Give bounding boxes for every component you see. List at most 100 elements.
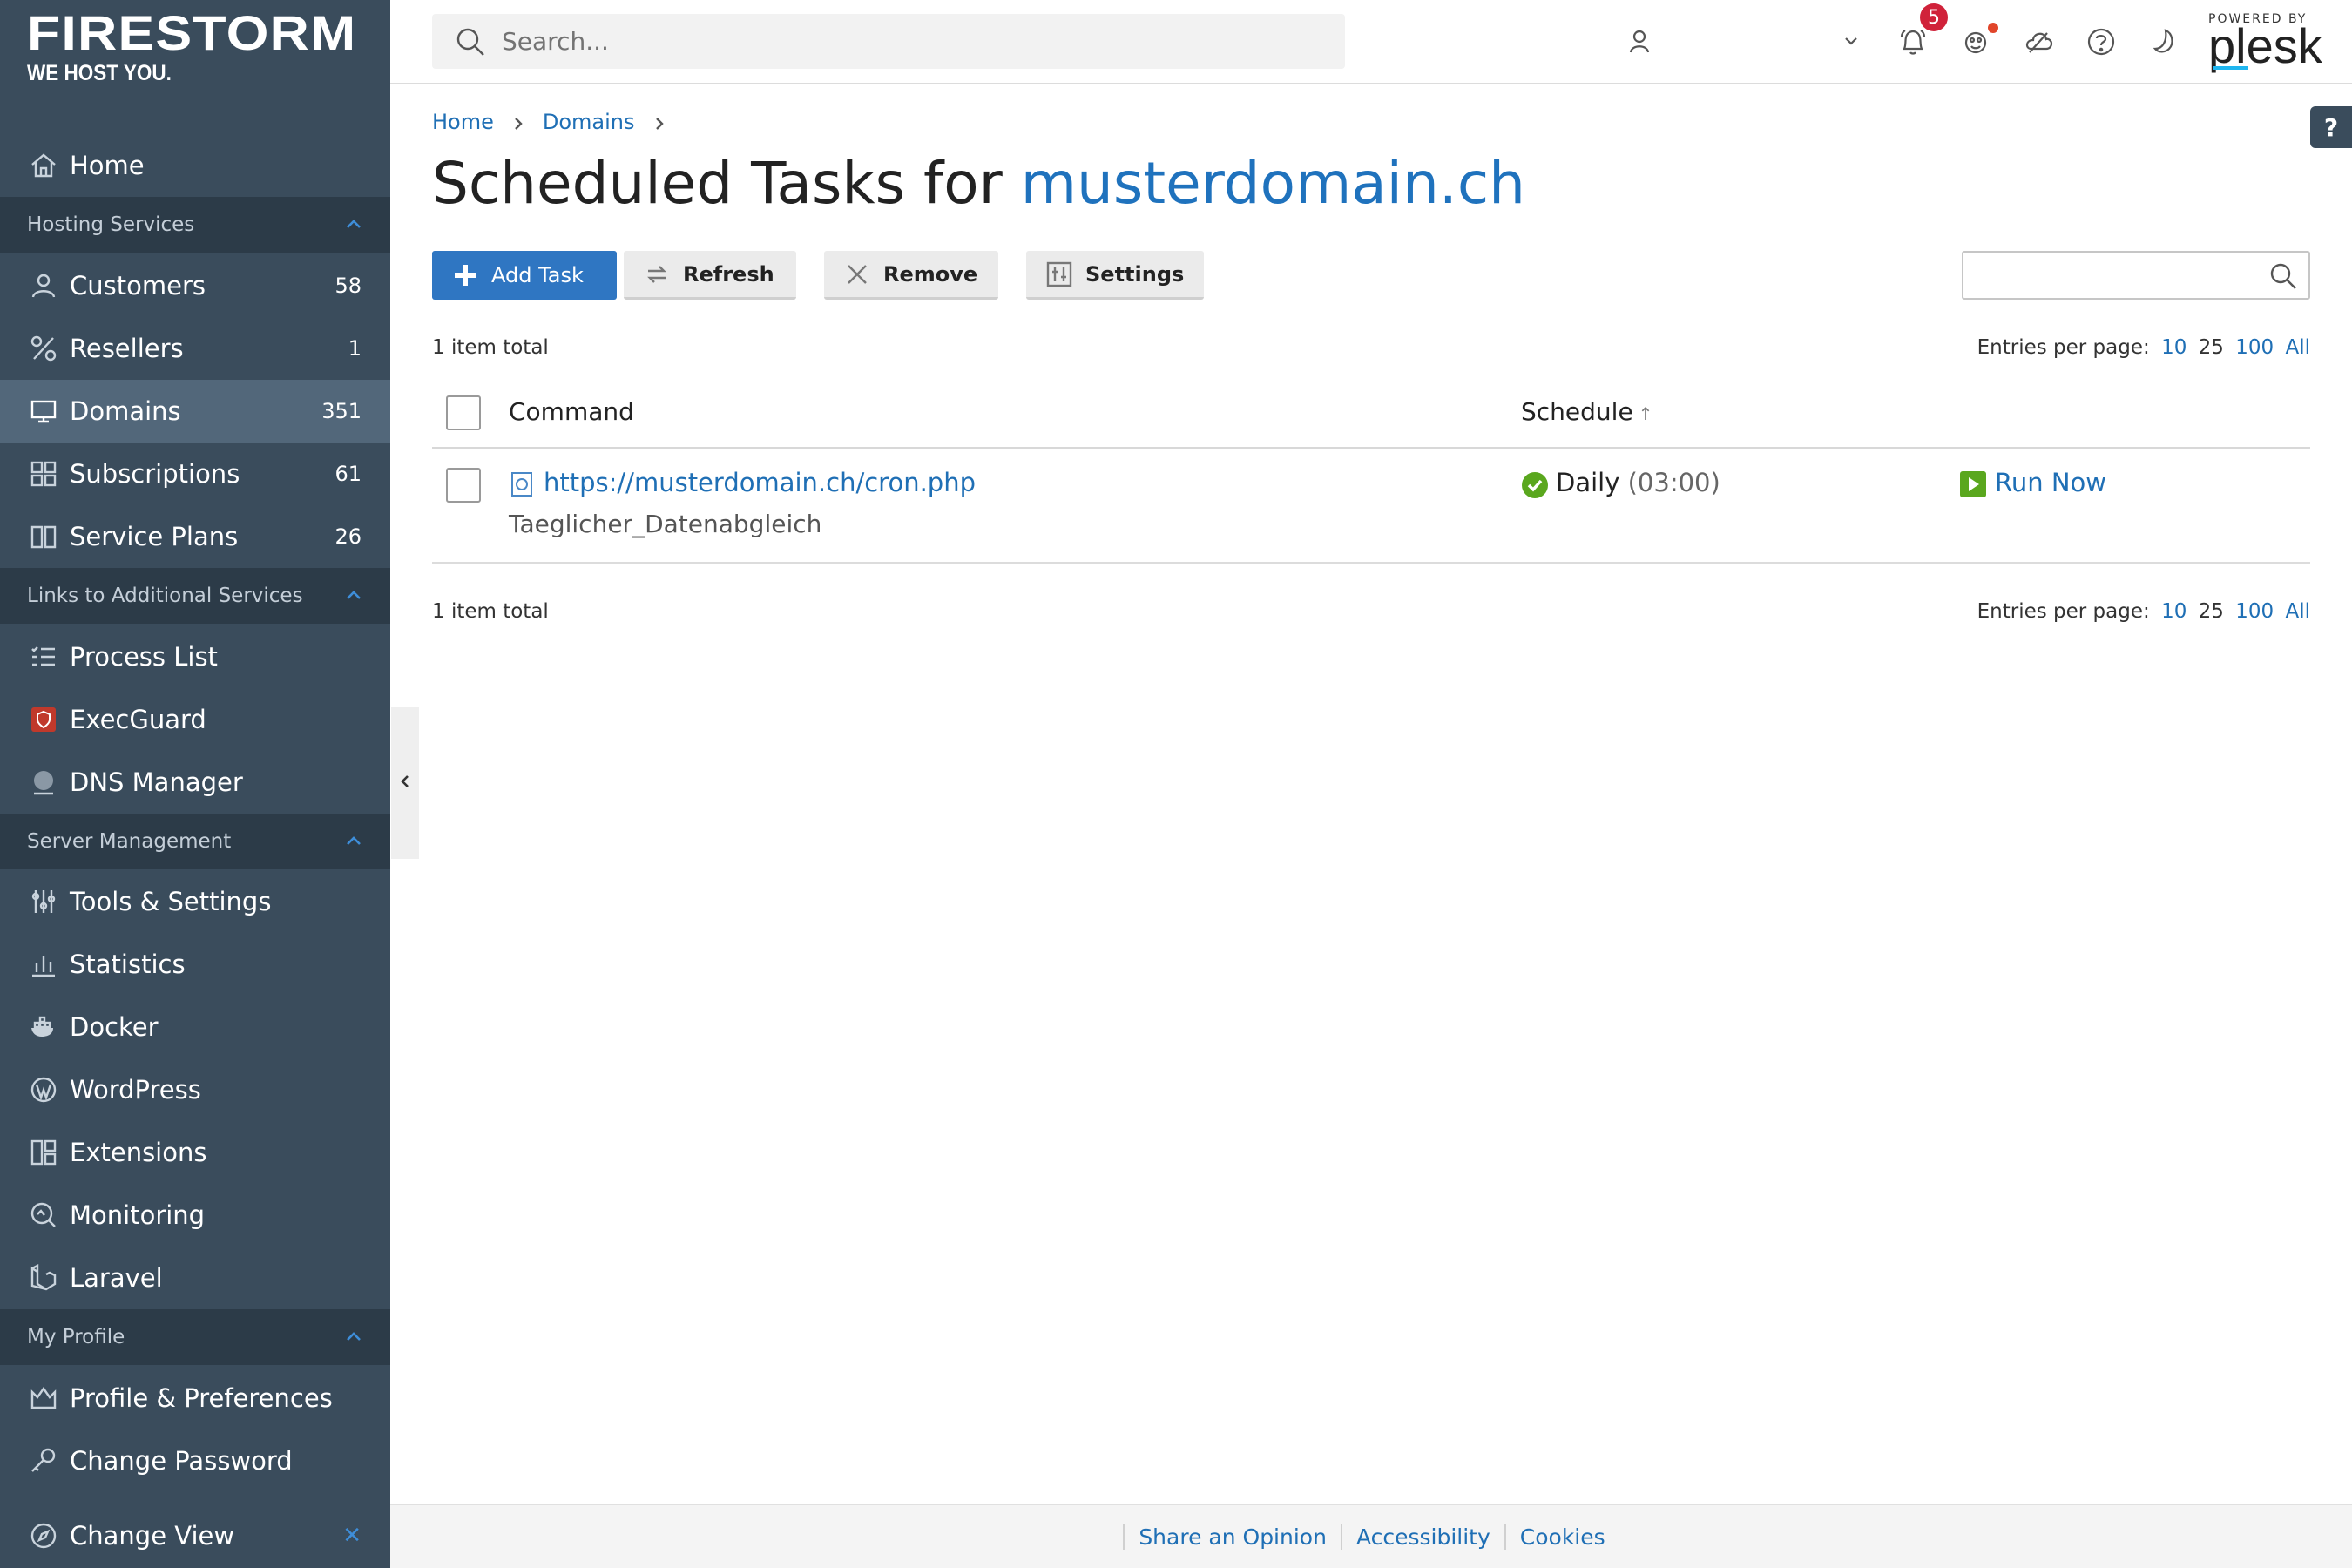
help-tab[interactable]: ? [2310,106,2352,148]
wordpress-icon [26,1072,61,1107]
sidebar-item-monitoring[interactable]: Monitoring [0,1184,390,1247]
page-size-10[interactable]: 10 [2161,600,2186,623]
sidebar-item-change-view[interactable]: Change View ✕ [0,1504,390,1568]
sidebar-item-change-password[interactable]: Change Password [0,1429,390,1492]
run-now-link[interactable]: Run Now [1995,468,2106,497]
sidebar-item-subscriptions[interactable]: Subscriptions 61 [0,443,390,505]
refresh-icon [643,260,671,288]
help-icon[interactable] [2084,24,2119,59]
home-icon [26,148,61,183]
group-label: My Profile [27,1326,125,1348]
cloud-off-icon[interactable] [2021,24,2056,59]
remove-label: Remove [883,261,978,287]
sidebar-item-label: Domains [70,396,181,426]
select-all-checkbox[interactable] [446,395,481,430]
footer: Share an Opinion Accessibility Cookies [390,1504,2352,1568]
sidebar-item-process-list[interactable]: Process List [0,625,390,688]
close-icon[interactable]: ✕ [342,1523,362,1549]
bell-icon[interactable] [1896,24,1930,59]
title-prefix: Scheduled Tasks for [432,150,1021,217]
sidebar-item-docker[interactable]: Docker [0,996,390,1058]
accessibility-link[interactable]: Accessibility [1340,1524,1504,1550]
task-description: Taeglicher_Datenabgleich [509,510,822,538]
chevron-right-icon [510,113,527,131]
cookies-link[interactable]: Cookies [1504,1524,1619,1550]
sidebar: FIRESTORM WE HOST YOU. Home Hosting Serv… [0,0,390,1568]
breadcrumb-domains[interactable]: Domains [543,110,635,134]
extensions-icon [26,1135,61,1170]
play-icon[interactable] [1960,471,1986,497]
remove-button[interactable]: Remove [824,251,998,300]
sidebar-group-server-management[interactable]: Server Management [0,814,390,869]
key-icon [26,1443,61,1478]
column-command[interactable]: Command [509,397,634,426]
chevron-up-icon [343,831,364,852]
breadcrumb-home[interactable]: Home [432,110,494,134]
breadcrumb: Home Domains [432,110,684,134]
settings-button[interactable]: Settings [1026,251,1204,300]
share-opinion-link[interactable]: Share an Opinion [1123,1524,1341,1550]
global-search[interactable] [432,14,1345,69]
sidebar-group-my-profile[interactable]: My Profile [0,1309,390,1365]
add-task-label: Add Task [491,263,584,287]
sidebar-item-laravel[interactable]: Laravel [0,1247,390,1309]
sidebar-item-count: 26 [335,524,362,549]
sidebar-item-customers[interactable]: Customers 58 [0,254,390,317]
crown-icon [26,1381,61,1416]
search-icon[interactable] [2268,261,2298,291]
sidebar-item-domains[interactable]: Domains 351 [0,380,390,443]
plesk-logo[interactable]: POWERED BY plesk [2208,12,2322,71]
sidebar-group-hosting-services[interactable]: Hosting Services [0,197,390,253]
refresh-button[interactable]: Refresh [624,251,796,300]
sidebar-item-profile-preferences[interactable]: Profile & Preferences [0,1367,390,1429]
page-size-10[interactable]: 10 [2161,336,2186,359]
sidebar-item-statistics[interactable]: Statistics [0,933,390,996]
sidebar-item-label: Tools & Settings [70,887,272,916]
page-size-all[interactable]: All [2285,336,2310,359]
brand-logo[interactable]: FIRESTORM WE HOST YOU. [27,7,355,86]
user-icon[interactable] [1622,24,1657,59]
sidebar-item-execguard[interactable]: ExecGuard [0,688,390,751]
list-icon [26,639,61,674]
schedule-time: (03:00) [1627,468,1720,497]
add-task-button[interactable]: Add Task [432,251,617,300]
compass-icon [26,1518,61,1553]
title-domain-link[interactable]: musterdomain.ch [1021,150,1525,217]
row-checkbox[interactable] [446,468,481,503]
bar-chart-icon [26,947,61,982]
sidebar-item-dns-manager[interactable]: DNS Manager [0,751,390,814]
list-search-field[interactable] [1962,251,2310,300]
task-command-link[interactable]: https://musterdomain.ch/cron.php [544,468,976,497]
sidebar-item-home[interactable]: Home [0,134,390,197]
search-input[interactable] [502,27,1286,56]
sidebar-item-extensions[interactable]: Extensions [0,1121,390,1184]
items-total: 1 item total [432,336,549,359]
sidebar-collapse-handle[interactable] [391,707,419,859]
monitoring-icon [26,1198,61,1233]
sidebar-item-label: Resellers [70,334,184,363]
plus-icon [451,261,479,289]
sidebar-item-wordpress[interactable]: WordPress [0,1058,390,1121]
chevron-up-icon [343,585,364,606]
chevron-left-icon [396,773,414,794]
moon-icon[interactable] [2146,24,2181,59]
brand-name: FIRESTORM [27,5,357,60]
plesk-underline [2213,66,2248,70]
page-size-25: 25 [2198,336,2224,359]
chevron-down-icon[interactable] [1840,30,1862,52]
page-title: Scheduled Tasks for musterdomain.ch [432,150,1525,217]
grid-icon [26,456,61,491]
user-icon [26,268,61,303]
sidebar-item-label: WordPress [70,1075,201,1105]
column-schedule[interactable]: Schedule ↑ [1521,397,1652,426]
sidebar-item-resellers[interactable]: Resellers 1 [0,317,390,380]
sidebar-item-label: Home [70,151,145,180]
sidebar-item-tools-settings[interactable]: Tools & Settings [0,870,390,933]
sidebar-group-links[interactable]: Links to Additional Services [0,568,390,624]
page-size-all[interactable]: All [2285,600,2310,623]
sidebar-item-label: Statistics [70,950,186,979]
sidebar-item-service-plans[interactable]: Service Plans 26 [0,505,390,568]
page-size-100[interactable]: 100 [2235,336,2274,359]
page-size-100[interactable]: 100 [2235,600,2274,623]
remove-icon [843,260,871,288]
